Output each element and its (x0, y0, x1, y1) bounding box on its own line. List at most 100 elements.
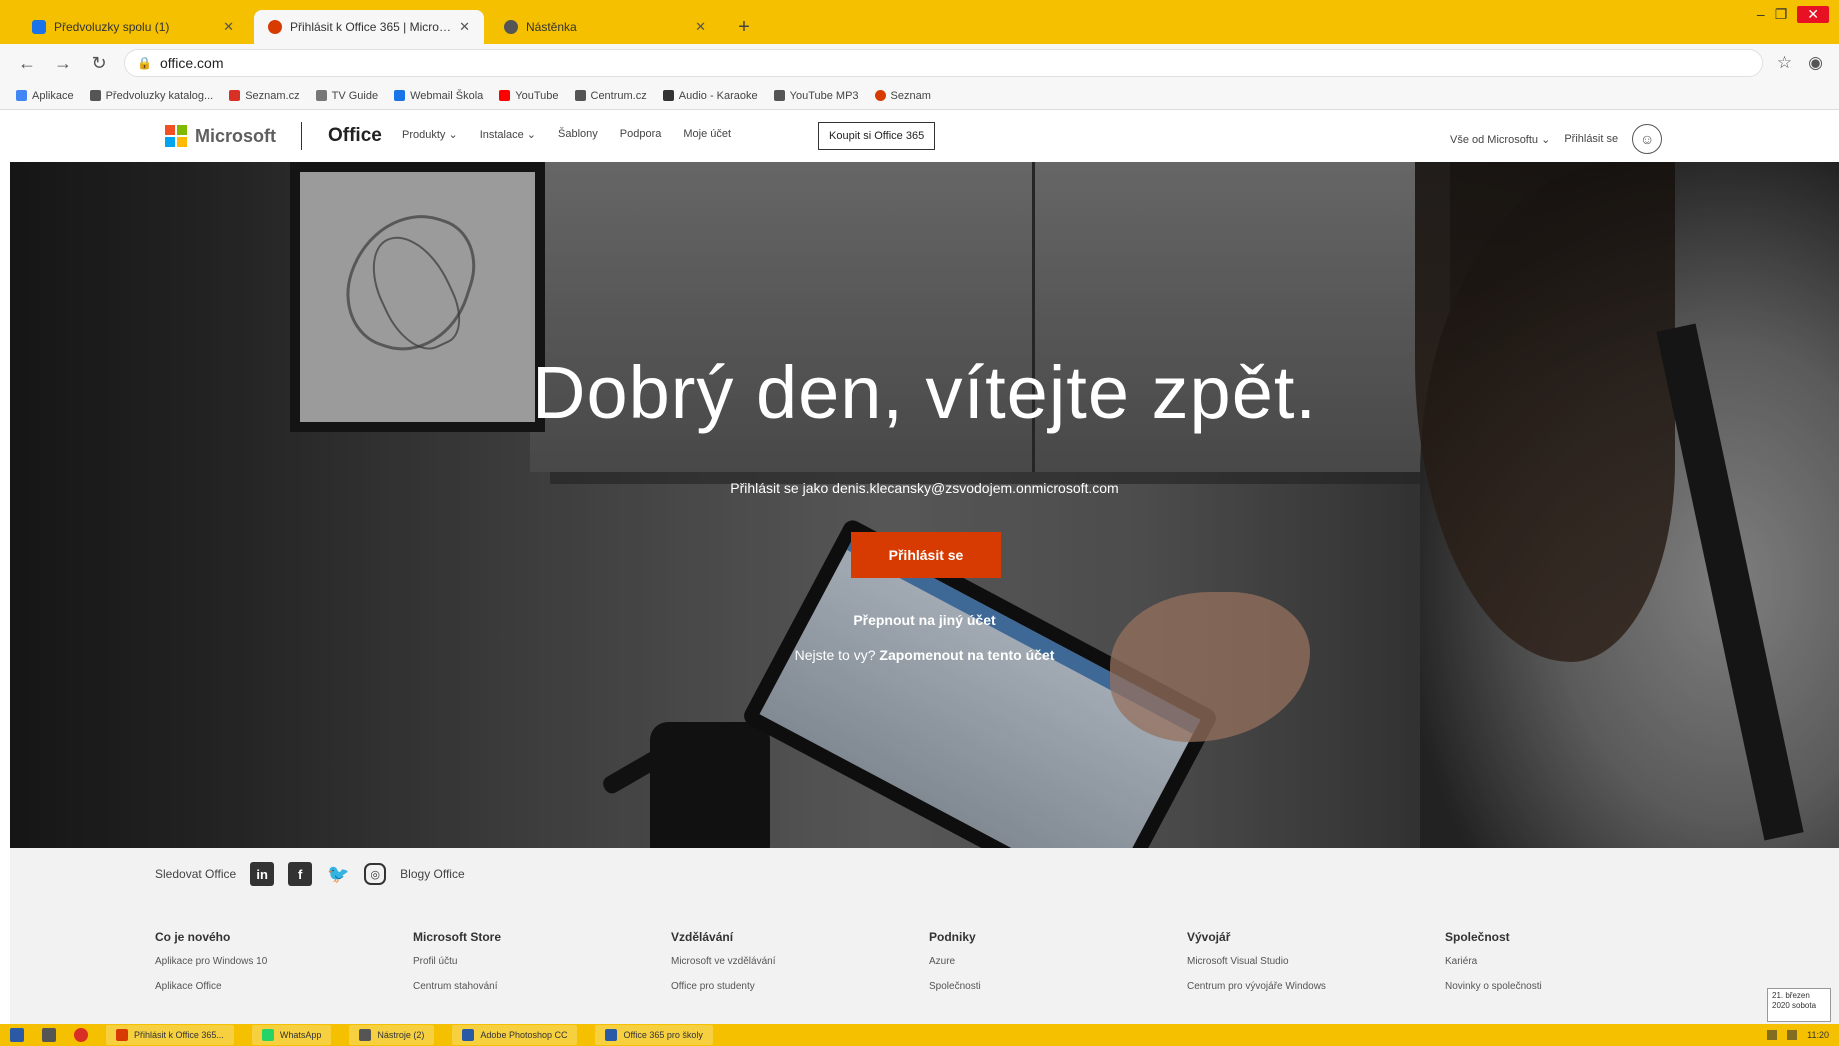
taskbar-item[interactable]: Adobe Photoshop CC (452, 1025, 578, 1045)
switch-account-link[interactable]: Přepnout na jiný účet (10, 612, 1839, 628)
forget-account-link[interactable]: Zapomenout na tento účet (879, 647, 1054, 663)
back-icon[interactable]: ← (16, 52, 38, 74)
tab-title: Přihlásit k Office 365 | Microsoft (290, 20, 452, 34)
date-tooltip: 21. březen 2020 sobota (1767, 988, 1831, 1022)
chrome-icon[interactable] (74, 1028, 88, 1042)
brand-name: Microsoft (195, 125, 276, 146)
footer-column: Co je nového Aplikace pro Windows 10 Apl… (155, 930, 413, 1006)
nav-support[interactable]: Podpora (620, 128, 662, 141)
user-avatar-icon[interactable]: ☺ (1632, 124, 1663, 154)
volume-icon[interactable] (1787, 1030, 1798, 1040)
footer-link[interactable]: Microsoft Visual Studio (1187, 956, 1445, 967)
bookmark-item[interactable]: YouTube MP3 (773, 90, 859, 102)
footer-link[interactable]: Office pro studenty (671, 981, 929, 992)
twitter-icon[interactable]: 🐦 (326, 862, 350, 886)
address-bar-row: ← → ↻ 🔒 office.com ☆ ◉ (0, 44, 1839, 82)
tab-favicon-icon (32, 20, 46, 34)
bookmark-favicon-icon (662, 90, 674, 101)
signin-button[interactable]: Přihlásit se (851, 532, 1001, 578)
browser-tab[interactable]: Nástěnka ✕ (490, 10, 720, 44)
bookmark-item[interactable]: YouTube (499, 90, 559, 102)
footer-link[interactable]: Centrum stahování (413, 981, 671, 992)
office-icon (116, 1029, 128, 1041)
footer-link[interactable]: Aplikace pro Windows 10 (155, 956, 413, 967)
url-text: office.com (159, 55, 224, 71)
all-microsoft-menu[interactable]: Vše od Microsoftu ⌄ (1450, 133, 1550, 146)
product-title[interactable]: Office (328, 125, 382, 147)
footer-link[interactable]: Novinky o společnosti (1445, 981, 1703, 992)
nav-install[interactable]: Instalace ⌄ (480, 128, 536, 141)
forward-icon[interactable]: → (52, 52, 74, 74)
footer-columns: Co je nového Aplikace pro Windows 10 Apl… (155, 930, 1703, 1006)
buy-office-button[interactable]: Koupit si Office 365 (818, 122, 936, 150)
signed-in-as-text: Přihlásit se jako denis.klecansky@zsvodo… (730, 480, 1119, 496)
maximize-icon[interactable]: ❐ (1775, 6, 1788, 23)
new-tab-button[interactable]: + (730, 13, 758, 41)
header-right: Vše od Microsoftu ⌄ Přihlásit se ☺ (1450, 124, 1663, 154)
minimize-icon[interactable]: – (1757, 6, 1765, 23)
follow-office: Sledovat Office in f 🐦 ◎ Blogy Office (155, 862, 465, 886)
star-icon[interactable]: ☆ (1777, 53, 1792, 73)
footer-link[interactable]: Centrum pro vývojáře Windows (1187, 981, 1445, 992)
close-tab-icon[interactable]: ✕ (459, 19, 470, 35)
bookmark-item[interactable]: Předvoluzky katalog... (89, 90, 213, 102)
bookmark-item[interactable]: TV Guide (315, 90, 378, 102)
bookmark-favicon-icon (89, 90, 101, 101)
close-tab-icon[interactable]: ✕ (223, 19, 234, 35)
taskbar-item[interactable]: Nástroje (2) (349, 1025, 435, 1045)
url-input[interactable]: 🔒 office.com (124, 49, 1763, 77)
taskbar-item[interactable]: WhatsApp (251, 1025, 332, 1045)
footer-link[interactable]: Profil účtu (413, 956, 671, 967)
nav-templates[interactable]: Šablony (558, 128, 598, 141)
close-window-icon[interactable]: ✕ (1797, 6, 1829, 23)
facebook-icon[interactable]: f (288, 862, 313, 886)
taskbar-item[interactable]: Přihlásit k Office 365... (106, 1025, 234, 1045)
browser-tab-active[interactable]: Přihlásit k Office 365 | Microsoft ✕ (254, 10, 484, 44)
footer-link[interactable]: Kariéra (1445, 956, 1703, 967)
not-you-line: Nejste to vy? Zapomenout na tento účet (10, 647, 1839, 663)
blogs-link[interactable]: Blogy Office (400, 867, 464, 881)
footer-heading: Společnost (1445, 930, 1510, 944)
system-tray: 11:20 (1767, 1030, 1829, 1040)
photoshop-icon (462, 1029, 475, 1041)
footer-heading: Microsoft Store (413, 930, 502, 944)
bookmark-item[interactable]: Seznam (874, 90, 931, 102)
bookmark-favicon-icon (229, 90, 241, 101)
bookmark-item[interactable]: Centrum.cz (574, 90, 647, 102)
footer-link[interactable]: Společnosti (929, 981, 1187, 992)
taskbar-item[interactable]: Office 365 pro školy (595, 1025, 713, 1045)
nav-my-account[interactable]: Moje účet (683, 128, 731, 141)
window-controls: – ❐ ✕ (1757, 6, 1829, 23)
footer-heading: Vzdělávání (671, 930, 734, 944)
bookmark-item[interactable]: Webmail Škola (394, 90, 483, 102)
microsoft-logo[interactable]: Microsoft (165, 125, 276, 147)
bookmark-item[interactable]: Aplikace (16, 90, 74, 102)
linkedin-icon[interactable]: in (250, 862, 275, 886)
network-icon[interactable] (1767, 1030, 1778, 1040)
instagram-icon[interactable]: ◎ (364, 863, 387, 885)
tab-favicon-icon (268, 20, 282, 34)
bookmark-item[interactable]: Seznam.cz (229, 90, 300, 102)
windows-taskbar: Přihlásit k Office 365... WhatsApp Nástr… (0, 1024, 1839, 1046)
page-footer: Sledovat Office in f 🐦 ◎ Blogy Office Co… (10, 848, 1839, 1024)
footer-link[interactable]: Azure (929, 956, 1187, 967)
profile-icon[interactable]: ◉ (1808, 53, 1823, 73)
office-icon (605, 1029, 618, 1041)
browser-tab[interactable]: Předvoluzky spolu (1) ✕ (18, 10, 248, 44)
reload-icon[interactable]: ↻ (88, 52, 110, 74)
close-tab-icon[interactable]: ✕ (695, 19, 706, 35)
apps-icon (16, 90, 27, 101)
footer-link[interactable]: Microsoft ve vzdělávání (671, 956, 929, 967)
follow-label: Sledovat Office (155, 867, 237, 881)
nav-products[interactable]: Produkty ⌄ (402, 128, 458, 141)
header-signin-link[interactable]: Přihlásit se (1564, 133, 1618, 145)
tab-favicon-icon (504, 20, 518, 34)
lock-icon: 🔒 (137, 56, 152, 70)
footer-link[interactable]: Aplikace Office (155, 981, 413, 992)
bookmarks-bar: Aplikace Předvoluzky katalog... Seznam.c… (0, 82, 1839, 110)
bookmark-item[interactable]: Audio - Karaoke (662, 90, 758, 102)
clock[interactable]: 11:20 (1807, 1030, 1829, 1040)
footer-heading: Vývojář (1187, 930, 1231, 944)
start-icon[interactable] (10, 1028, 24, 1042)
search-icon[interactable] (42, 1028, 56, 1042)
